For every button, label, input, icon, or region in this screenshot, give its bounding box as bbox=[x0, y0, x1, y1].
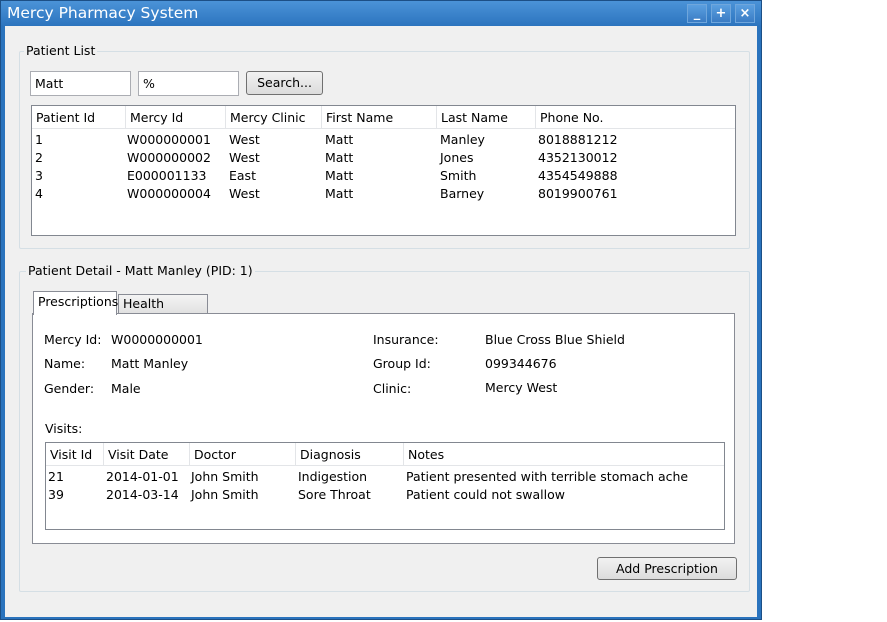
visits-label: Visits: bbox=[45, 421, 83, 436]
column-header-visit-id[interactable]: Visit Id bbox=[46, 443, 104, 465]
header-divider bbox=[32, 128, 735, 129]
window-title: Mercy Pharmacy System bbox=[7, 4, 199, 22]
tab-health-record[interactable]: Health Record bbox=[118, 294, 208, 329]
last-name-search-input[interactable]: % bbox=[138, 71, 239, 96]
cell-first-name: Matt bbox=[325, 132, 354, 147]
cell-last-name: Manley bbox=[440, 132, 485, 147]
column-header-mercy-clinic[interactable]: Mercy Clinic bbox=[226, 106, 322, 128]
cell-first-name: Matt bbox=[325, 168, 354, 183]
add-prescription-button[interactable]: Add Prescription bbox=[597, 557, 737, 580]
minimize-button[interactable]: _ bbox=[687, 4, 707, 23]
name-value: Matt Manley bbox=[111, 356, 189, 371]
cell-last-name: Jones bbox=[440, 150, 474, 165]
cell-clinic: West bbox=[229, 132, 260, 147]
cell-clinic: West bbox=[229, 150, 260, 165]
maximize-button[interactable]: + bbox=[711, 4, 731, 23]
visits-table[interactable]: Visit Id Visit Date Doctor Diagnosis Not… bbox=[45, 442, 725, 530]
cell-first-name: Matt bbox=[325, 150, 354, 165]
gender-label: Gender: bbox=[44, 381, 95, 396]
close-button[interactable]: × bbox=[735, 4, 755, 23]
cell-notes: Patient could not swallow bbox=[406, 487, 565, 502]
cell-doctor: John Smith bbox=[191, 487, 259, 502]
column-header-phone[interactable]: Phone No. bbox=[536, 106, 735, 128]
cell-patient-id: 2 bbox=[35, 150, 43, 165]
cell-last-name: Barney bbox=[440, 186, 485, 201]
cell-mercy-id: W000000001 bbox=[127, 132, 211, 147]
cell-mercy-id: W000000004 bbox=[127, 186, 211, 201]
cell-clinic: West bbox=[229, 186, 260, 201]
cell-visit-date: 2014-01-01 bbox=[106, 469, 179, 484]
cell-phone: 4352130012 bbox=[538, 150, 618, 165]
cell-phone: 4354549888 bbox=[538, 168, 618, 183]
cell-doctor: John Smith bbox=[191, 469, 259, 484]
cell-phone: 8019900761 bbox=[538, 186, 618, 201]
cell-last-name: Smith bbox=[440, 168, 477, 183]
column-header-mercy-id[interactable]: Mercy Id bbox=[126, 106, 226, 128]
title-bar[interactable]: Mercy Pharmacy System _ + × bbox=[1, 1, 761, 26]
column-header-notes[interactable]: Notes bbox=[404, 443, 724, 465]
app-window: Mercy Pharmacy System _ + × Patient List… bbox=[0, 0, 762, 620]
cell-visit-date: 2014-03-14 bbox=[106, 487, 179, 502]
cell-patient-id: 4 bbox=[35, 186, 43, 201]
cell-visit-id: 39 bbox=[48, 487, 64, 502]
column-header-doctor[interactable]: Doctor bbox=[190, 443, 296, 465]
cell-diagnosis: Indigestion bbox=[298, 469, 368, 484]
search-button[interactable]: Search... bbox=[246, 71, 323, 95]
column-header-patient-id[interactable]: Patient Id bbox=[32, 106, 126, 128]
mercy-id-label: Mercy Id: bbox=[44, 332, 102, 347]
cell-patient-id: 3 bbox=[35, 168, 43, 183]
cell-mercy-id: W000000002 bbox=[127, 150, 211, 165]
tab-prescriptions[interactable]: Prescriptions bbox=[33, 291, 118, 315]
insurance-label: Insurance: bbox=[373, 332, 439, 347]
cell-phone: 8018881212 bbox=[538, 132, 618, 147]
mercy-id-value: W0000000001 bbox=[111, 332, 203, 347]
cell-first-name: Matt bbox=[325, 186, 354, 201]
cell-patient-id: 1 bbox=[35, 132, 43, 147]
column-header-visit-date[interactable]: Visit Date bbox=[104, 443, 190, 465]
cell-visit-id: 21 bbox=[48, 469, 64, 484]
group-id-label: Group Id: bbox=[373, 356, 431, 371]
column-header-first-name[interactable]: First Name bbox=[322, 106, 437, 128]
gender-value: Male bbox=[111, 381, 141, 396]
header-divider bbox=[46, 465, 724, 466]
column-header-last-name[interactable]: Last Name bbox=[437, 106, 536, 128]
window-client-area: Patient List Matt % Search... Patient Id… bbox=[5, 26, 757, 617]
patient-detail-legend: Patient Detail - Matt Manley (PID: 1) bbox=[26, 263, 255, 278]
group-id-value: 099344676 bbox=[485, 356, 557, 371]
cell-clinic: East bbox=[229, 168, 256, 183]
name-label: Name: bbox=[44, 356, 86, 371]
insurance-value: Blue Cross Blue Shield bbox=[485, 332, 625, 347]
patient-table[interactable]: Patient Id Mercy Id Mercy Clinic First N… bbox=[31, 105, 736, 236]
clinic-label: Clinic: bbox=[373, 381, 412, 396]
first-name-search-input[interactable]: Matt bbox=[30, 71, 131, 96]
patient-list-legend: Patient List bbox=[24, 43, 98, 58]
cell-notes: Patient presented with terrible stomach … bbox=[406, 469, 689, 484]
clinic-value: Mercy West bbox=[485, 380, 558, 395]
column-header-diagnosis[interactable]: Diagnosis bbox=[296, 443, 404, 465]
cell-diagnosis: Sore Throat bbox=[298, 487, 371, 502]
cell-mercy-id: E000001133 bbox=[127, 168, 207, 183]
